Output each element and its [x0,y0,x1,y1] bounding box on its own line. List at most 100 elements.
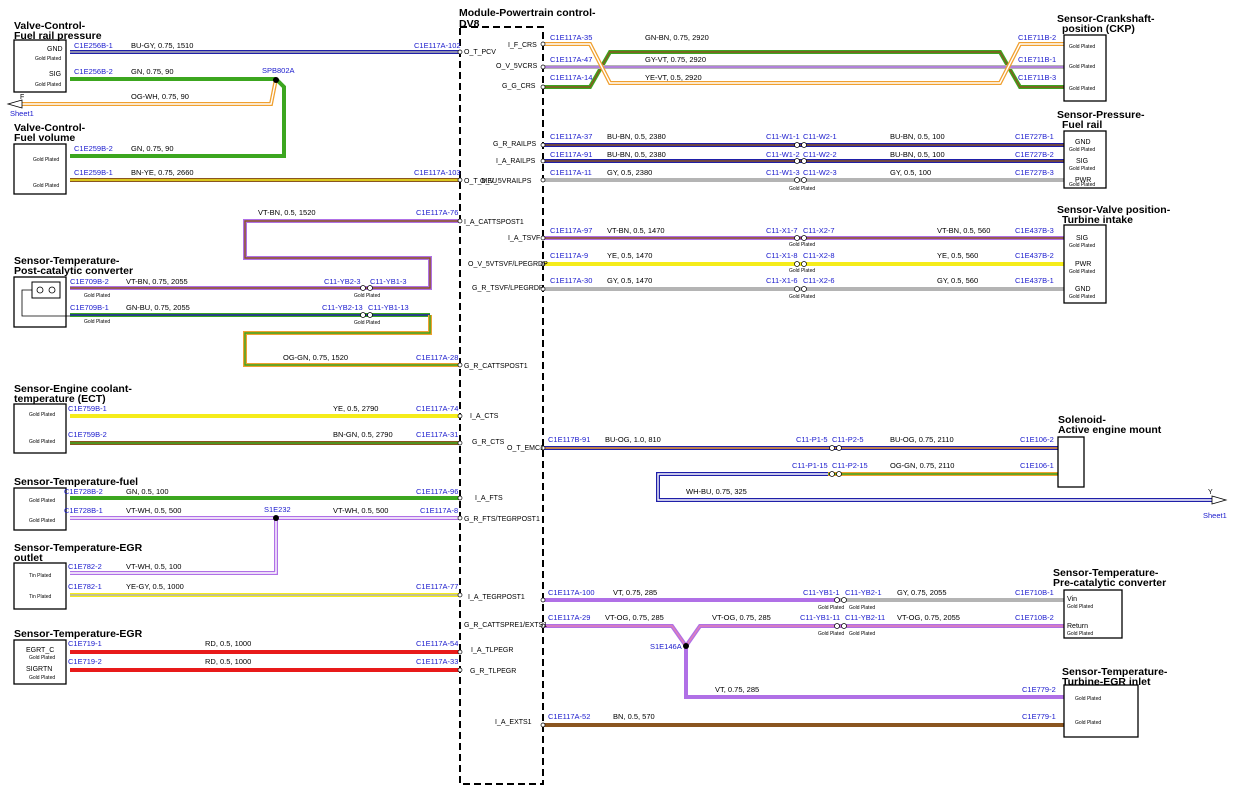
signal-label: G_R_TLPEGR [470,668,516,675]
connector-label: C11-X1-6 [766,276,798,285]
connector-label: C1E117A-96 [416,487,458,496]
signal-label: G_R_RAILPS [493,141,537,148]
connector-label: C1E117A-29 [548,613,590,622]
wire-label: RD, 0.5, 1000 [205,639,251,648]
signal-label: I_A_TSVF [508,235,540,242]
connector-label: C11-P1-15 [792,461,828,470]
connector-label: C1E117A-77 [416,582,458,591]
wire-label: GY, 0.5, 100 [890,168,931,177]
connector-label: C1E779-1 [1022,712,1056,721]
gold-plated: Gold Plated [789,242,815,248]
connector-label: C1E782-1 [68,582,102,591]
splice-spb802a-label: SPB802A [262,66,295,75]
gold-plated: Gold Plated [789,268,815,274]
offpage-y-sheet: Sheet1 [1203,511,1227,520]
gold-plated: Gold Plated [1067,604,1093,610]
connector-label: C1E117A-52 [548,712,590,721]
offpage-y-label: Y [1208,489,1213,496]
connector-label: C11-YB2-1 [845,588,882,597]
wire-label: BU-BN, 0.5, 2380 [607,132,666,141]
gold-plated: Gold Plated [29,518,55,524]
splice-spb802a [273,77,279,83]
pin-gnd: GND [1075,286,1091,293]
connector-label: C11-W1-3 [766,168,800,177]
connector-label: C11-X2-7 [803,226,835,235]
connector-label: C1E711B-3 [1018,73,1056,82]
connector-label: C11-P2-5 [832,435,864,444]
gold-plated: Gold Plated [35,82,61,88]
gold-plated: Gold Plated [84,293,110,299]
connector-label: C1E117A-100 [548,588,595,597]
connector-label: C1E256B-2 [74,67,113,76]
wire-label: VT-BN, 0.75, 2055 [126,277,188,286]
gold-plated: Gold Plated [29,439,55,445]
connector-label: C1E728B-2 [64,487,103,496]
module-title: Module-Powertrain control- [459,7,596,19]
offpage-f-sheet: Sheet1 [10,109,34,118]
connector-label: C11-YB2-13 [322,303,363,312]
post-cat-sensor-subtitle: Post-catalytic converter [14,265,133,277]
connector-label: C1E117A-9 [550,251,588,260]
connector-label: C1E117A-54 [416,639,458,648]
gold-plated: Gold Plated [33,157,59,163]
connector-label: C11-X2-6 [803,276,835,285]
signal-label: G_R_FTS/TEGRPOST1 [464,516,540,523]
signal-label: G_R_CATTSPRE1/EXTS1 [464,622,547,629]
splice-s1e146a [683,643,689,649]
gold-plated: Gold Plated [29,655,55,661]
wire-ye-vt-ckp [543,42,1064,85]
tin-plated: Tin Plated [29,594,52,600]
signal-label: I_A_FTS [475,495,503,502]
turbine-egr-sensor-subtitle: Turbine-EGR inlet [1062,676,1151,688]
connector-label: C1E437B-3 [1015,226,1054,235]
offpage-f-arrow-icon [6,99,23,109]
connector-label: C1E117A-28 [416,353,458,362]
connector-label: C1E259B-2 [74,144,113,153]
ckp-sensor-subtitle: position (CKP) [1062,23,1135,35]
wire-label: VT-BN, 0.5, 560 [937,226,990,235]
connector-label: C1E710B-1 [1015,588,1054,597]
connector-label: C1E709B-1 [70,303,109,312]
connector-label: C1E728B-1 [64,506,103,515]
thermocouple-symbol [31,281,61,299]
gold-plated: Gold Plated [1069,64,1095,70]
connector-label: C11-W2-3 [803,168,837,177]
signal-label: I_A_EXTS1 [495,719,532,726]
signal-label: I_A_TEGRPOST1 [468,594,525,601]
egr-outlet-sensor-subtitle: outlet [14,552,43,564]
wire-label: VT, 0.75, 285 [715,685,759,694]
pin-sig: SIG [1076,158,1088,165]
connector-label: C1E709B-2 [70,277,109,286]
connector-label: C11-YB1-3 [370,277,407,286]
gold-plated: Gold Plated [1075,720,1101,726]
connector-label: C1E759B-2 [68,430,107,439]
pin-vin: Vin [1067,596,1077,603]
connector-label: C1E256B-1 [74,41,113,50]
connector-label: C1E727B-2 [1015,150,1054,159]
connector-label: C11-P2-15 [832,461,868,470]
gold-plated: Gold Plated [1069,44,1095,50]
connector-label: C1E117A-37 [550,132,592,141]
fuel-volume-valve-subtitle: Fuel volume [14,132,75,144]
wire-label: GN, 0.75, 90 [131,67,174,76]
signal-label: I_A_CTS [470,413,499,420]
gold-plated: Gold Plated [849,605,875,611]
wire-label: BN, 0.5, 570 [613,712,655,721]
gold-plated: Gold Plated [29,675,55,681]
connector-label: C1E117A-8 [420,506,458,515]
wire-label: GY-VT, 0.75, 2920 [645,55,706,64]
connector-label: C11-YB2-11 [845,613,885,622]
wire-label: BU-GY, 0.75, 1510 [131,41,193,50]
wire-label: BU-BN, 0.5, 100 [890,150,945,159]
connector-label: C11-X1-8 [766,251,798,260]
wire-label: YE, 0.5, 560 [937,251,978,260]
connector-label: C1E719-1 [68,639,102,648]
engine-mount-subtitle: Active engine mount [1058,424,1162,436]
egr-outlet-sensor-box [13,562,67,610]
wire-label: GY, 0.5, 560 [937,276,978,285]
signal-label: G_R_CATTSPOST1 [464,363,528,370]
gold-plated: Gold Plated [354,293,380,299]
gold-plated: Gold Plated [1069,269,1095,275]
wire-label: GY, 0.75, 2055 [897,588,947,597]
wire-label: BN-GN, 0.5, 2790 [333,430,393,439]
